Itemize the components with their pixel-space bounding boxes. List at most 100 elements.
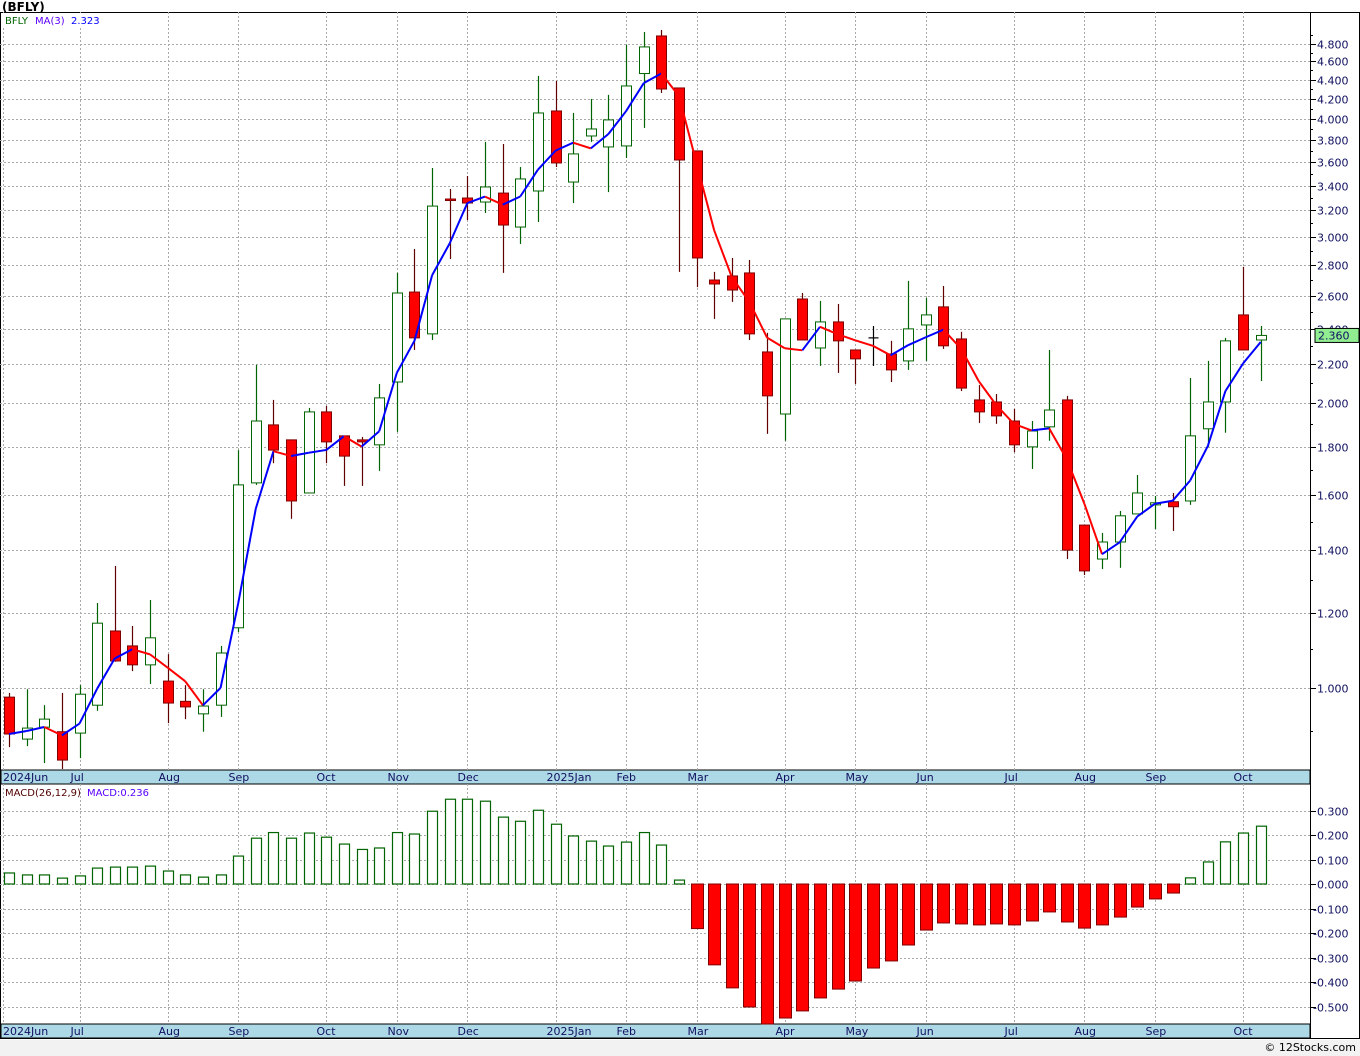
price-tick-label: 3.800 xyxy=(1317,135,1349,148)
macd-bar xyxy=(743,883,756,1008)
copyright-footer: © 12Stocks.com xyxy=(1264,1041,1356,1054)
price-tick-label: 2.600 xyxy=(1317,291,1349,304)
macd-bar xyxy=(444,798,457,885)
ma-line-segment xyxy=(854,339,874,347)
candle-body xyxy=(551,110,562,164)
macd-bar xyxy=(109,866,122,885)
macd-bar xyxy=(1255,825,1268,885)
month-tick-label: Aug xyxy=(159,1025,180,1038)
macd-bar xyxy=(796,883,809,1012)
price-tick-label: 2.200 xyxy=(1317,359,1349,372)
macd-bar xyxy=(356,848,369,885)
candle-body xyxy=(163,680,174,704)
macd-tick-label: 0.200 xyxy=(1317,830,1349,843)
price-tick-label: 4.400 xyxy=(1317,75,1349,88)
month-tick-label: Apr xyxy=(776,1025,796,1038)
month-tick-label: 2024Jun xyxy=(3,771,48,784)
macd-bar xyxy=(990,883,1003,925)
macd-bar xyxy=(373,847,386,885)
macd-bar xyxy=(303,832,316,885)
month-tick-label: Sep xyxy=(1146,1025,1167,1038)
footer-bar xyxy=(0,1040,1360,1056)
last-price-label: 2.360 xyxy=(1318,329,1350,342)
macd-bar xyxy=(1237,832,1250,885)
month-tick-label: Feb xyxy=(617,1025,636,1038)
month-tick-label: Aug xyxy=(159,771,180,784)
candle-body xyxy=(198,705,209,715)
macd-tick-label: -0.500 xyxy=(1313,1002,1348,1015)
candle-body xyxy=(921,314,932,326)
macd-bar xyxy=(955,883,968,925)
month-tick-label: May xyxy=(846,1025,869,1038)
month-tick-label: Dec xyxy=(458,1025,479,1038)
macd-bar xyxy=(338,843,351,885)
macd-bar xyxy=(1184,877,1197,885)
candle-body xyxy=(1062,399,1073,551)
price-tick-label: 1.600 xyxy=(1317,490,1349,503)
month-tick-label: Jul xyxy=(70,771,84,784)
month-tick-label: Jul xyxy=(70,1025,84,1038)
macd-tick-label: 0.300 xyxy=(1317,806,1349,819)
candle-body xyxy=(1256,334,1267,341)
macd-bar xyxy=(691,883,704,930)
month-tick-label: 2025Jan xyxy=(547,1025,592,1038)
month-tick-label: Sep xyxy=(229,1025,250,1038)
macd-bar xyxy=(1008,883,1021,926)
macd-bar xyxy=(550,823,563,885)
macd-bar xyxy=(320,836,333,885)
month-tick-label: Oct xyxy=(1234,1025,1254,1038)
macd-bar xyxy=(3,872,16,885)
candle-body xyxy=(286,439,297,502)
macd-bar xyxy=(638,831,651,885)
candle-body xyxy=(127,645,138,666)
legend-ma-label: MA(3) xyxy=(35,16,65,27)
month-tick-label: Nov xyxy=(388,1025,410,1038)
candle-body xyxy=(815,321,826,349)
candle-body xyxy=(850,349,861,360)
macd-bar xyxy=(832,883,845,990)
candle-body xyxy=(974,399,985,413)
month-tick-label: Mar xyxy=(688,771,709,784)
macd-bar xyxy=(655,844,668,885)
price-tick-label: 1.800 xyxy=(1317,442,1349,455)
macd-bar xyxy=(38,874,51,885)
candle-body xyxy=(445,198,456,202)
candle-body xyxy=(656,35,667,90)
macd-bar xyxy=(479,800,492,885)
month-tick-label: May xyxy=(846,771,869,784)
macd-bar xyxy=(461,798,474,885)
macd-bar xyxy=(1096,883,1109,926)
macd-bar xyxy=(937,883,950,924)
stock-chart: 2024Jun 2024Jun Jul Jul Aug Aug Sep Sep Oct Oct No… xyxy=(0,12,1360,1039)
date-axis-band xyxy=(0,769,1311,785)
macd-bar xyxy=(779,883,792,1019)
candle-body xyxy=(762,351,773,397)
month-tick-label: Mar xyxy=(688,1025,709,1038)
macd-legend-label: MACD(26,12,9) xyxy=(5,788,81,799)
macd-bar xyxy=(920,883,933,931)
ma-line-segment xyxy=(572,141,592,150)
ma-line-segment xyxy=(1031,427,1050,432)
candle-body xyxy=(1132,492,1143,515)
price-tick-label: 3.400 xyxy=(1317,181,1349,194)
candle-body xyxy=(780,318,791,415)
macd-bar xyxy=(849,883,862,982)
macd-bar xyxy=(1167,883,1180,894)
candle-body xyxy=(498,192,509,226)
candle-body xyxy=(4,696,15,735)
macd-bar xyxy=(867,883,880,969)
macd-bar xyxy=(761,883,774,1025)
macd-tick-label: -0.400 xyxy=(1313,977,1348,990)
macd-tick-label: -0.100 xyxy=(1313,904,1348,917)
month-tick-label: Jun xyxy=(916,1025,934,1038)
macd-legend-value: MACD:0.236 xyxy=(87,788,149,799)
macd-bar xyxy=(285,837,298,885)
month-tick-label: Feb xyxy=(617,771,636,784)
macd-bar xyxy=(179,874,192,885)
macd-bar xyxy=(1043,883,1056,913)
macd-bar xyxy=(1078,883,1091,929)
macd-bar xyxy=(91,867,104,885)
price-tick-label: 4.000 xyxy=(1317,114,1349,127)
candle-body xyxy=(797,298,808,341)
ma-line-segment xyxy=(43,726,63,737)
